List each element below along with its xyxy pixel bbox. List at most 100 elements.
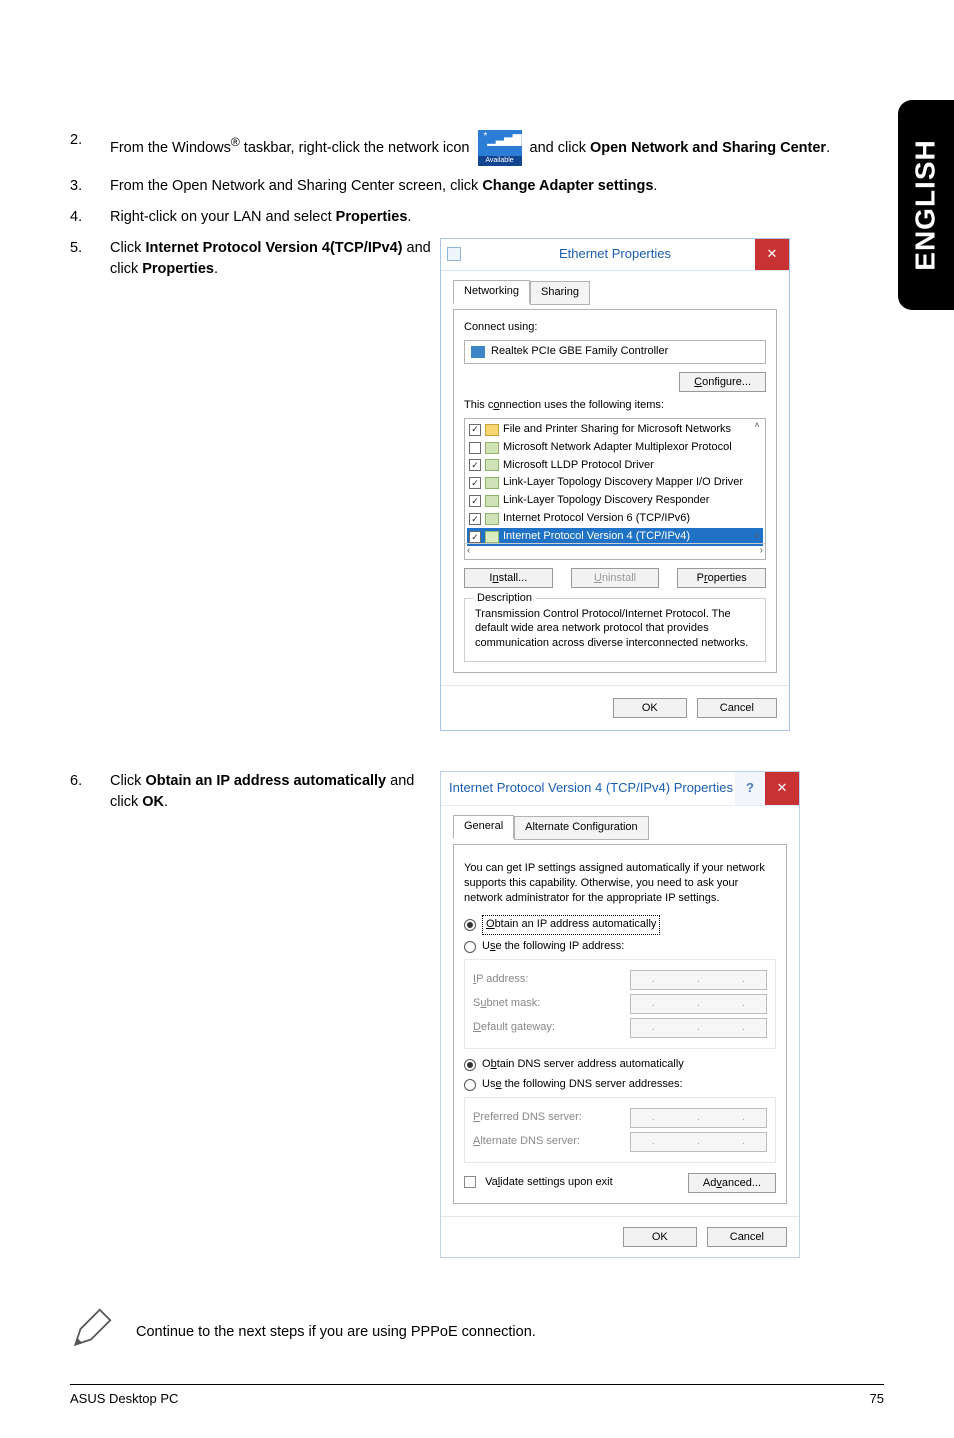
text: Click <box>110 773 145 789</box>
radio-label: Obtain an IP address automatically <box>482 915 660 935</box>
step-6-row: 6. Click Obtain an IP address automatica… <box>70 771 860 1268</box>
validate-checkbox-row[interactable]: Validate settings upon exit <box>464 1175 613 1191</box>
close-button[interactable]: ✕ <box>755 239 789 270</box>
adapter-field[interactable]: Realtek PCIe GBE Family Controller <box>464 340 766 364</box>
checkbox-icon[interactable]: ✓ <box>469 477 481 489</box>
checkbox-icon[interactable]: ✓ <box>469 424 481 436</box>
scroll-down-icon[interactable]: ˅ <box>749 530 765 543</box>
protocol-list-item[interactable]: ✓Link-Layer Topology Discovery Mapper I/… <box>467 474 763 492</box>
protocol-list-item[interactable]: ✓ Internet Protocol Version 6 (TCP/IPv6) <box>467 510 763 528</box>
horizontal-scrollbar[interactable]: ‹› <box>465 543 765 559</box>
text: From the Windows <box>110 140 231 156</box>
page-footer: ASUS Desktop PC 75 <box>70 1384 884 1406</box>
radio-label: Obtain DNS server address automatically <box>482 1057 684 1073</box>
pen-note-icon <box>70 1308 112 1355</box>
scroll-right-icon[interactable]: › <box>760 544 763 559</box>
advanced-button[interactable]: Advanced... <box>688 1173 776 1193</box>
protocol-list-item[interactable]: ✓ File and Printer Sharing for Microsoft … <box>467 421 763 439</box>
description-title: Description <box>473 591 536 607</box>
close-button[interactable]: ✕ <box>765 772 799 805</box>
general-panel: You can get IP settings assigned automat… <box>453 844 787 1204</box>
alternate-dns-field[interactable]: ... <box>630 1132 767 1152</box>
alternate-dns-label: Alternate DNS server: <box>473 1134 630 1150</box>
ip-address-field[interactable]: ... <box>630 970 767 990</box>
info-text: You can get IP settings assigned automat… <box>464 861 776 906</box>
radio-icon <box>464 919 476 931</box>
vertical-scrollbar[interactable]: ˄˅ <box>749 419 765 543</box>
text: taskbar, right-click the network icon <box>240 140 474 156</box>
ip-address-label: IP address: <box>473 972 630 988</box>
step-number: 5. <box>70 238 110 731</box>
step-text: From the Open Network and Sharing Center… <box>110 176 860 197</box>
radio-label: Use the following IP address: <box>482 939 624 955</box>
alternate-dns-row: Alternate DNS server: ... <box>473 1132 767 1152</box>
radio-obtain-ip-auto[interactable]: Obtain an IP address automatically <box>464 915 776 935</box>
properties-button[interactable]: Properties <box>677 568 766 588</box>
text: . <box>653 178 657 194</box>
step-number: 6. <box>70 771 110 1258</box>
step-text: From the Windows® taskbar, right-click t… <box>110 130 860 166</box>
tab-networking[interactable]: Networking <box>453 280 530 304</box>
checkbox-icon[interactable]: ✓ <box>469 459 481 471</box>
network-tray-icon: * ▁▃▅▇ Available <box>478 130 522 166</box>
protocol-icon <box>485 513 499 525</box>
checkbox-icon[interactable]: ✓ <box>469 513 481 525</box>
protocol-icon <box>485 442 499 454</box>
protocol-list-item[interactable]: Microsoft Network Adapter Multiplexor Pr… <box>467 439 763 457</box>
step-text: Click Internet Protocol Version 4(TCP/IP… <box>110 238 860 731</box>
step-text: Click Obtain an IP address automatically… <box>110 771 860 1258</box>
tab-general[interactable]: General <box>453 815 514 839</box>
default-gateway-field[interactable]: ... <box>630 1018 767 1038</box>
radio-obtain-dns-auto[interactable]: Obtain DNS server address automatically <box>464 1057 776 1073</box>
protocol-listbox[interactable]: ✓ File and Printer Sharing for Microsoft … <box>464 418 766 560</box>
text: Right-click on your LAN and select <box>110 209 336 225</box>
step-text: Right-click on your LAN and select Prope… <box>110 207 860 228</box>
protocol-icon <box>485 424 499 436</box>
radio-use-following-ip[interactable]: Use the following IP address: <box>464 939 776 955</box>
text: and click <box>530 140 590 156</box>
preferred-dns-row: Preferred DNS server: ... <box>473 1108 767 1128</box>
protocol-label: Microsoft LLDP Protocol Driver <box>503 458 654 474</box>
dialog-icon <box>447 247 461 261</box>
checkbox-icon[interactable] <box>469 442 481 454</box>
description-group: Description Transmission Control Protoco… <box>464 598 766 663</box>
bold-text: Properties <box>336 209 408 225</box>
checkbox-icon[interactable]: ✓ <box>469 531 481 543</box>
protocol-label: File and Printer Sharing for Microsoft N… <box>503 422 731 438</box>
ipv4-properties-dialog: Internet Protocol Version 4 (TCP/IPv4) P… <box>440 771 800 1258</box>
checkbox-icon[interactable]: ✓ <box>469 495 481 507</box>
networking-panel: Connect using: Realtek PCIe GBE Family C… <box>453 309 777 673</box>
tab-alternate-config[interactable]: Alternate Configuration <box>514 816 649 840</box>
uninstall-button[interactable]: Uninstall <box>571 568 660 588</box>
network-tray-icon-label: Available <box>478 156 522 166</box>
step-number: 4. <box>70 207 110 228</box>
protocol-label: Internet Protocol Version 6 (TCP/IPv6) <box>503 511 690 527</box>
text: . <box>164 794 168 810</box>
language-side-tab-label: ENGLISH <box>910 139 942 270</box>
ok-button[interactable]: OK <box>623 1227 697 1247</box>
tab-sharing[interactable]: Sharing <box>530 281 590 305</box>
scroll-up-icon[interactable]: ˄ <box>749 419 765 432</box>
preferred-dns-label: Preferred DNS server: <box>473 1110 630 1126</box>
protocol-list-item[interactable]: ✓Link-Layer Topology Discovery Responder <box>467 492 763 510</box>
step-2: 2. From the Windows® taskbar, right-clic… <box>70 130 860 166</box>
preferred-dns-field[interactable]: ... <box>630 1108 767 1128</box>
configure-button[interactable]: Configure... <box>679 372 766 392</box>
footer-page-number: 75 <box>870 1391 884 1406</box>
cancel-button[interactable]: Cancel <box>697 698 777 718</box>
install-button[interactable]: Install... <box>464 568 553 588</box>
cancel-button[interactable]: Cancel <box>707 1227 787 1247</box>
tab-strip: General Alternate Configuration <box>453 814 787 838</box>
footer-left: ASUS Desktop PC <box>70 1391 178 1406</box>
dialog-title: Internet Protocol Version 4 (TCP/IPv4) P… <box>449 780 733 795</box>
language-side-tab: ENGLISH <box>898 100 954 310</box>
ok-button[interactable]: OK <box>613 698 687 718</box>
protocol-icon <box>485 495 499 507</box>
protocol-list-item[interactable]: ✓ Microsoft LLDP Protocol Driver <box>467 457 763 475</box>
radio-icon <box>464 941 476 953</box>
help-button[interactable]: ? <box>735 772 765 805</box>
subnet-mask-field[interactable]: ... <box>630 994 767 1014</box>
protocol-label: Microsoft Network Adapter Multiplexor Pr… <box>503 440 732 456</box>
radio-use-following-dns[interactable]: Use the following DNS server addresses: <box>464 1077 776 1093</box>
scroll-left-icon[interactable]: ‹ <box>467 544 470 559</box>
